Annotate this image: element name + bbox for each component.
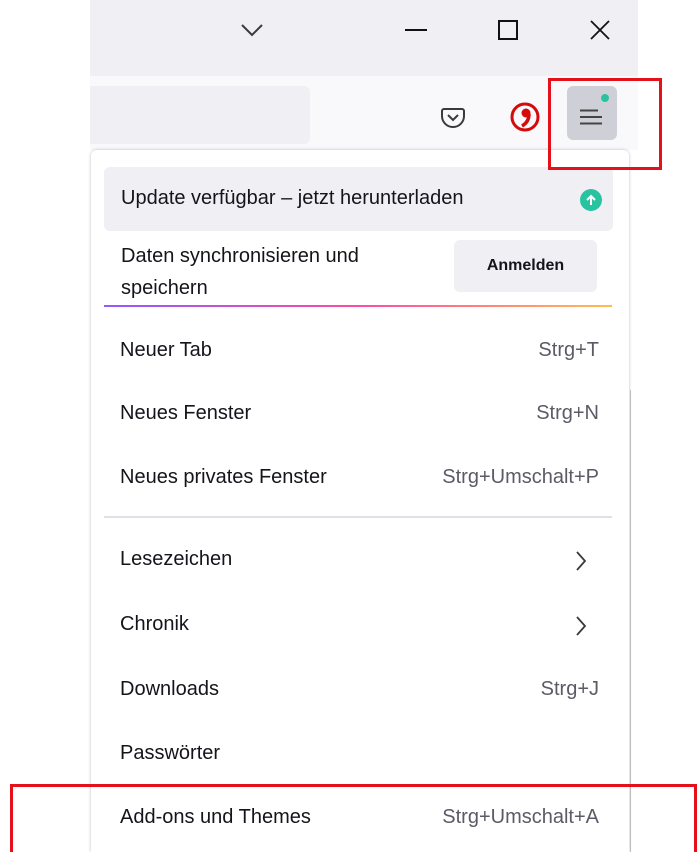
account-separator	[104, 305, 612, 307]
menu-item-label: Neues privates Fenster	[120, 466, 327, 488]
menu-item-label: Neues Fenster	[120, 402, 252, 424]
menu-item-label: Downloads	[120, 678, 219, 700]
sync-label: Daten synchronisieren und speichern	[121, 245, 359, 299]
sign-in-button[interactable]: Anmelden	[454, 240, 597, 292]
menu-item-history[interactable]: Chronik	[91, 599, 629, 651]
pocket-button[interactable]	[440, 104, 466, 130]
menu-item-label: Neuer Tab	[120, 339, 212, 361]
menu-item-passwords[interactable]: Passwörter	[91, 728, 629, 780]
menu-item-label: Passwörter	[120, 742, 221, 764]
minimize-button[interactable]	[396, 10, 436, 50]
menu-item-label: Lesezeichen	[120, 548, 233, 570]
page-scrollbar[interactable]	[630, 390, 638, 852]
addons-item-highlight	[10, 784, 697, 852]
menu-item-label: Chronik	[120, 613, 189, 635]
menu-item-shortcut: Strg+T	[538, 339, 599, 361]
update-available-item[interactable]: Update verfügbar – jetzt herunterladen	[104, 167, 613, 231]
menu-item-shortcut: Strg+N	[536, 402, 599, 424]
menu-item-new-tab[interactable]: Neuer Tab Strg+T	[91, 325, 629, 377]
update-arrow-icon	[580, 189, 602, 211]
maximize-icon	[498, 20, 518, 40]
chevron-right-icon	[576, 551, 587, 571]
menu-item-new-window[interactable]: Neues Fenster Strg+N	[91, 388, 629, 440]
minimize-icon	[405, 29, 427, 31]
close-icon	[590, 20, 610, 40]
extension-button[interactable]	[508, 100, 542, 134]
menu-button-highlight	[548, 78, 662, 170]
url-bar[interactable]	[90, 86, 310, 144]
menu-item-shortcut: Strg+Umschalt+P	[442, 466, 599, 488]
menu-item-downloads[interactable]: Downloads Strg+J	[91, 664, 629, 716]
close-window-button[interactable]	[580, 10, 620, 50]
menu-item-shortcut: Strg+J	[540, 678, 599, 700]
pocket-icon	[441, 108, 465, 128]
menu-separator	[104, 516, 612, 518]
menu-item-new-private-window[interactable]: Neues privates Fenster Strg+Umschalt+P	[91, 452, 629, 504]
tab-list-chevron-button[interactable]	[232, 10, 272, 50]
app-menu-panel: Update verfügbar – jetzt herunterladen D…	[91, 150, 629, 852]
maximize-button[interactable]	[488, 10, 528, 50]
menu-item-bookmarks[interactable]: Lesezeichen	[91, 534, 629, 586]
extension-icon	[510, 102, 540, 132]
update-label: Update verfügbar – jetzt herunterladen	[121, 187, 464, 209]
chevron-right-icon	[576, 616, 587, 636]
chevron-down-icon	[241, 24, 263, 37]
title-bar	[90, 0, 638, 76]
